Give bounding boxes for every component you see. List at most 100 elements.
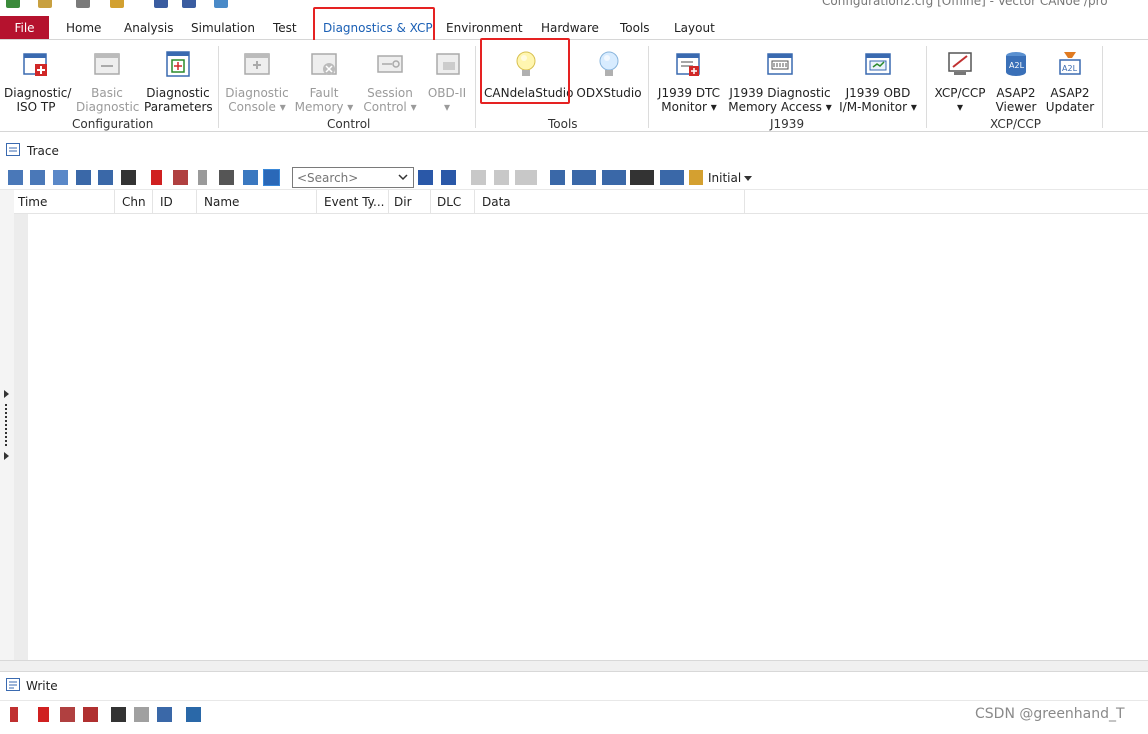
trace-toolbar: Initial <box>0 164 1148 190</box>
network-icon[interactable] <box>214 0 228 8</box>
asap2-viewer-icon: A2L <box>1006 52 1026 76</box>
search-up-icon[interactable] <box>418 170 433 185</box>
back-icon[interactable] <box>471 170 486 185</box>
diagnostic-parameters-icon <box>166 51 190 77</box>
funnel-icon[interactable] <box>76 170 91 185</box>
candelastudio-button[interactable]: CANdelaStudio <box>484 44 573 116</box>
column-chn[interactable]: Chn <box>122 195 146 209</box>
group-separator <box>475 46 476 128</box>
group-xcp-ccp: XCP/CCP <box>990 117 1041 131</box>
tab-layout[interactable]: Layout <box>674 21 715 35</box>
tab-home[interactable]: Home <box>66 21 101 35</box>
column-name[interactable]: Name <box>204 195 239 209</box>
initial-dropdown[interactable]: Initial <box>708 171 741 185</box>
find-icon[interactable] <box>121 170 136 185</box>
find-icon[interactable] <box>111 707 126 722</box>
j1939-obd-icon <box>865 53 891 75</box>
group-separator <box>218 46 219 128</box>
chevron-down-icon[interactable] <box>744 174 752 182</box>
copy-icon[interactable] <box>134 707 149 722</box>
obd-ii-icon <box>436 53 460 75</box>
open-icon[interactable] <box>110 0 124 8</box>
save-as-icon[interactable] <box>154 0 168 8</box>
export-icon[interactable] <box>157 707 172 722</box>
basic-diagnostic-button[interactable]: Basic Diagnostic <box>76 44 139 116</box>
tab-environment[interactable]: Environment <box>446 21 523 35</box>
j1939-dtc-monitor-button[interactable]: J1939 DTC Monitor ▾ <box>654 44 724 116</box>
scroll-icon[interactable] <box>243 170 258 185</box>
save-all-icon[interactable] <box>182 0 196 8</box>
group-separator <box>648 46 649 128</box>
clear-icon[interactable] <box>38 707 49 722</box>
export-icon[interactable] <box>572 170 596 185</box>
column-data[interactable]: Data <box>482 195 511 209</box>
marker-icon[interactable] <box>515 170 537 185</box>
diagnostic-console-button[interactable]: Diagnostic Console ▾ <box>224 44 290 116</box>
search-down-icon[interactable] <box>441 170 456 185</box>
trace-search-input[interactable] <box>292 167 414 188</box>
dock-handle-icon[interactable] <box>4 390 10 460</box>
window-splitter[interactable] <box>0 660 1148 672</box>
column-id[interactable]: ID <box>160 195 173 209</box>
group-configuration: Configuration <box>72 117 154 131</box>
tab-simulation[interactable]: Simulation <box>191 21 255 35</box>
filter-icon[interactable] <box>8 170 23 185</box>
trace-row-gutter <box>14 214 28 660</box>
pause-icon[interactable] <box>10 707 18 722</box>
clear-all-icon[interactable] <box>83 707 98 722</box>
toggle-view-icon[interactable] <box>263 169 280 186</box>
group-separator <box>926 46 927 128</box>
chevron-down-icon[interactable] <box>398 172 408 182</box>
columns-icon[interactable] <box>602 170 626 185</box>
asap2-updater-button[interactable]: A2L ASAP2 Updater <box>1044 44 1096 116</box>
pause-icon[interactable] <box>198 170 207 185</box>
detail-view-icon[interactable] <box>30 170 45 185</box>
j1939-obd-im-monitor-button[interactable]: J1939 OBD I/M-Monitor ▾ <box>836 44 920 116</box>
session-control-button[interactable]: Session Control ▾ <box>360 44 420 116</box>
funnel-clear-icon[interactable] <box>98 170 113 185</box>
layout-icon[interactable] <box>660 170 684 185</box>
tab-file[interactable]: File <box>0 16 49 39</box>
group-control: Control <box>327 117 371 131</box>
write-title-bar: Write <box>0 675 1148 697</box>
forward-icon[interactable] <box>494 170 509 185</box>
tab-tools[interactable]: Tools <box>620 21 650 35</box>
asap2-viewer-button[interactable]: A2L ASAP2 Viewer <box>992 44 1040 116</box>
print-icon[interactable] <box>76 0 90 8</box>
diagnostic-console-icon <box>244 53 270 75</box>
odxstudio-button[interactable]: ODXStudio <box>576 44 642 116</box>
ribbon-tab-bar: File Home Analysis Simulation Test Diagn… <box>0 12 1148 40</box>
fault-memory-button[interactable]: Fault Memory ▾ <box>294 44 354 116</box>
diagnostic-parameters-button[interactable]: Diagnostic Parameters <box>144 44 213 116</box>
xcp-ccp-button[interactable]: XCP/CCP ▾ <box>932 44 988 116</box>
copy-icon[interactable] <box>550 170 565 185</box>
tab-diagnostics-xcp[interactable]: Diagnostics & XCP <box>323 21 433 35</box>
tab-analysis[interactable]: Analysis <box>124 21 173 35</box>
font-icon[interactable] <box>630 170 654 185</box>
chronological-view-icon[interactable] <box>53 170 68 185</box>
lightbulb-yellow-icon <box>516 51 536 76</box>
column-dlc[interactable]: DLC <box>437 195 461 209</box>
save-icon[interactable] <box>6 0 20 8</box>
write-window-icon <box>6 678 20 691</box>
diagnostic-window-icon <box>23 53 47 76</box>
clear-icon[interactable] <box>151 170 162 185</box>
edit-icon[interactable] <box>38 0 52 8</box>
svg-text:A2L: A2L <box>1009 61 1025 70</box>
j1939-diagnostic-memory-access-button[interactable]: J1939 Diagnostic Memory Access ▾ <box>728 44 832 116</box>
options-icon[interactable] <box>186 707 201 722</box>
trace-window-icon <box>6 143 20 156</box>
column-time[interactable]: Time <box>18 195 47 209</box>
clear-all-icon[interactable] <box>173 170 188 185</box>
clear-page-icon[interactable] <box>60 707 75 722</box>
obd-ii-button[interactable]: OBD-II ▾ <box>426 44 468 116</box>
tab-test[interactable]: Test <box>273 21 297 35</box>
column-dir[interactable]: Dir <box>394 195 412 209</box>
tab-hardware[interactable]: Hardware <box>541 21 599 35</box>
trace-title-bar: Trace <box>0 140 1148 162</box>
left-dock-strip[interactable] <box>0 190 14 660</box>
column-event-type[interactable]: Event Ty... <box>324 195 385 209</box>
diagnostic-iso-tp-button[interactable]: Diagnostic/ ISO TP <box>4 44 71 116</box>
time-mode-icon[interactable] <box>219 170 234 185</box>
initial-icon[interactable] <box>689 170 703 185</box>
